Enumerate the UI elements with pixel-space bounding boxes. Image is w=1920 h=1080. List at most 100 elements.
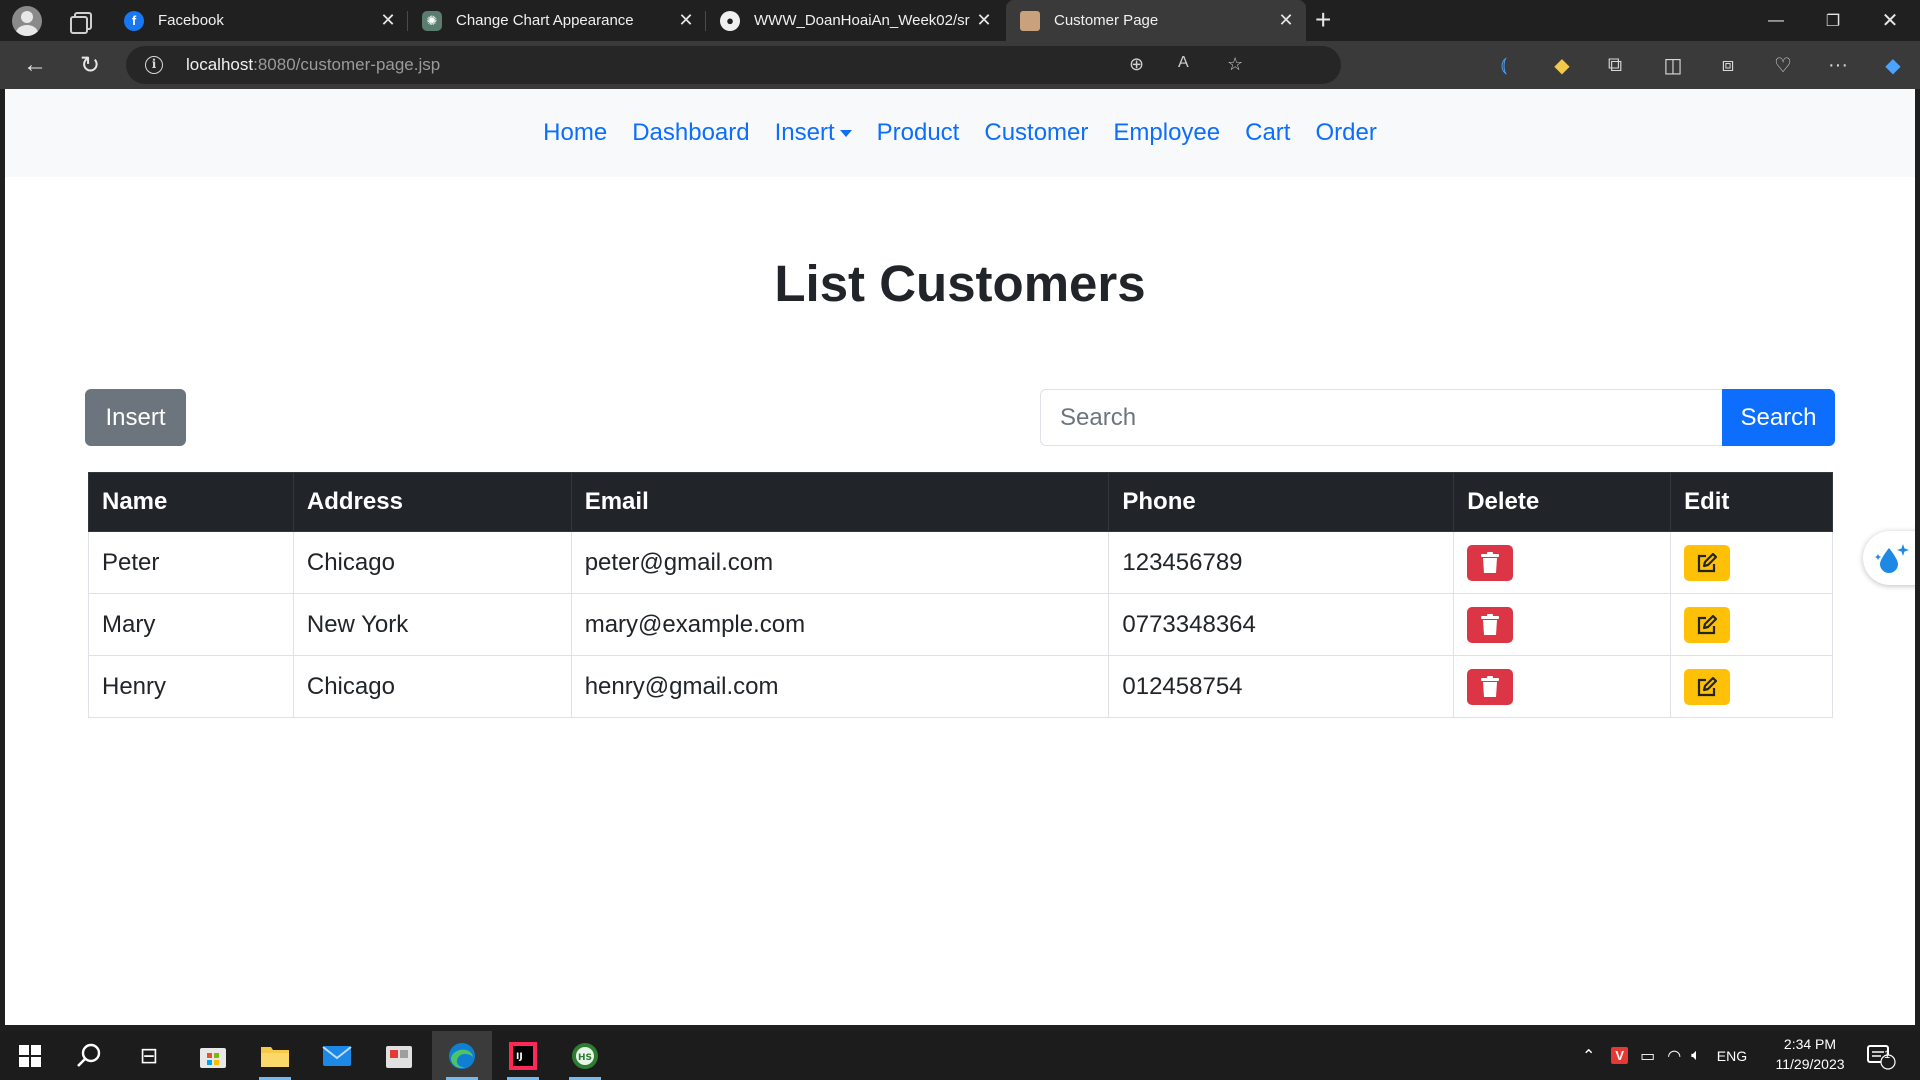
browser-essentials-icon[interactable]: ♡: [1768, 50, 1798, 80]
table-row: Mary New York mary@example.com 077334836…: [88, 593, 1833, 656]
cell-phone: 123456789: [1108, 531, 1455, 594]
cell-name: Peter: [88, 531, 294, 594]
copilot-icon[interactable]: ◆: [1878, 50, 1908, 80]
snipping-tool-icon[interactable]: [375, 1031, 423, 1080]
search-button[interactable]: Search: [1722, 389, 1835, 446]
edit-button[interactable]: [1684, 606, 1731, 643]
main-navbar: Home Dashboard Insert Product Customer E…: [5, 89, 1915, 177]
search-input[interactable]: [1040, 389, 1724, 446]
header-phone: Phone: [1108, 472, 1455, 532]
microsoft-store-icon[interactable]: [189, 1031, 237, 1080]
new-tab-button[interactable]: +: [1315, 4, 1331, 36]
cell-phone: 012458754: [1108, 655, 1455, 718]
edge-icon: [449, 1042, 475, 1069]
cell-address: Chicago: [292, 655, 572, 718]
edit-button[interactable]: [1684, 668, 1731, 705]
nav-dashboard[interactable]: Dashboard: [632, 119, 749, 147]
wifi-icon[interactable]: ◠: [1667, 1046, 1681, 1066]
file-explorer-icon[interactable]: [251, 1031, 299, 1080]
cell-delete: [1453, 655, 1672, 718]
header-email: Email: [570, 472, 1110, 532]
page-icon: [1020, 10, 1040, 31]
floating-sidebar-button[interactable]: [1863, 531, 1915, 585]
close-window-icon[interactable]: ✕: [1862, 0, 1918, 41]
extension-icon[interactable]: ◆: [1547, 50, 1577, 80]
close-icon[interactable]: ✕: [672, 10, 700, 31]
battery-icon[interactable]: ▭: [1640, 1046, 1655, 1066]
minimize-icon[interactable]: —: [1748, 0, 1804, 41]
refresh-icon[interactable]: ↻: [70, 41, 110, 89]
wifi-extension-icon[interactable]: ⦅: [1489, 50, 1519, 80]
language-indicator[interactable]: ENG: [1717, 1048, 1747, 1064]
url-text[interactable]: localhost:8080/customer-page.jsp: [186, 55, 440, 75]
nav-order[interactable]: Order: [1315, 119, 1376, 147]
delete-button[interactable]: [1467, 668, 1514, 705]
search-button[interactable]: [65, 1031, 113, 1080]
cell-email: henry@gmail.com: [570, 655, 1110, 718]
edit-button[interactable]: [1684, 544, 1731, 581]
collections-icon[interactable]: ⧈: [1713, 50, 1743, 80]
nav-cart[interactable]: Cart: [1245, 119, 1290, 147]
extensions-puzzle-icon[interactable]: ⧉: [1600, 50, 1630, 80]
workspaces-icon[interactable]: [68, 9, 92, 34]
trash-icon: [1481, 551, 1500, 573]
edge-browser-icon[interactable]: [432, 1031, 492, 1080]
hs-app-icon[interactable]: HS: [561, 1031, 609, 1080]
tab-customer-page[interactable]: Customer Page ✕: [1006, 0, 1306, 41]
zoom-icon[interactable]: ⊕: [1129, 54, 1144, 75]
intellij-icon[interactable]: IJ: [499, 1031, 547, 1080]
tab-title: Change Chart Appearance: [456, 12, 634, 29]
task-view-icon[interactable]: ⊟: [125, 1031, 173, 1080]
chevron-up-icon[interactable]: ⌃: [1582, 1046, 1595, 1066]
cell-phone: 0773348364: [1108, 593, 1455, 656]
search-icon: [77, 1043, 101, 1067]
more-options-icon[interactable]: ···: [1823, 50, 1853, 80]
delete-button[interactable]: [1467, 606, 1514, 643]
github-icon: ●: [720, 10, 740, 31]
cell-name: Henry: [88, 655, 294, 718]
mail-icon[interactable]: [313, 1031, 361, 1080]
antivirus-icon[interactable]: V: [1611, 1047, 1629, 1064]
favorite-star-icon[interactable]: ☆: [1227, 54, 1243, 75]
profile-avatar-icon[interactable]: [12, 5, 42, 36]
back-icon[interactable]: ←: [15, 41, 55, 89]
table-row: Henry Chicago henry@gmail.com 012458754: [88, 655, 1833, 718]
read-aloud-icon[interactable]: A: [1178, 54, 1189, 72]
delete-button[interactable]: [1467, 544, 1514, 581]
nav-home[interactable]: Home: [543, 119, 607, 147]
page-title: List Customers: [774, 255, 1146, 312]
site-info-icon[interactable]: i: [145, 56, 163, 74]
restore-icon[interactable]: ❐: [1805, 0, 1861, 41]
close-icon[interactable]: ✕: [374, 10, 402, 31]
split-screen-icon[interactable]: ◫: [1658, 50, 1688, 80]
tab-facebook[interactable]: f Facebook ✕: [110, 0, 408, 41]
address-bar[interactable]: i localhost:8080/customer-page.jsp ⊕ A ☆: [126, 46, 1341, 84]
nav-insert-dropdown[interactable]: Insert: [775, 119, 852, 147]
tab-title: Facebook: [158, 12, 224, 29]
hs-icon: HS: [572, 1042, 598, 1069]
insert-button[interactable]: Insert: [85, 389, 186, 446]
nav-customer[interactable]: Customer: [984, 119, 1088, 147]
trash-icon: [1481, 613, 1500, 635]
clock-date: 11/29/2023: [1775, 1056, 1845, 1072]
facebook-icon: f: [124, 10, 144, 31]
cell-edit: [1670, 531, 1833, 594]
envelope-icon: [322, 1045, 352, 1066]
cell-edit: [1670, 655, 1833, 718]
start-button[interactable]: [6, 1031, 54, 1080]
svg-text:IJ: IJ: [516, 1052, 523, 1062]
close-icon[interactable]: ✕: [1272, 10, 1300, 31]
url-host: localhost: [186, 55, 254, 74]
windows-logo-icon: [19, 1044, 41, 1067]
table-header-row: Name Address Email Phone Delete Edit: [88, 472, 1833, 532]
volume-icon[interactable]: 🔈︎: [1691, 1047, 1701, 1065]
nav-product[interactable]: Product: [877, 119, 960, 147]
nav-insert-label: Insert: [774, 119, 835, 146]
tab-change-chart[interactable]: ✺ Change Chart Appearance ✕: [408, 0, 706, 41]
system-clock[interactable]: 2:34 PM 11/29/2023: [1770, 1034, 1850, 1074]
close-icon[interactable]: ✕: [970, 10, 998, 31]
notification-center[interactable]: 1: [1866, 1031, 1896, 1080]
nav-employee[interactable]: Employee: [1113, 119, 1220, 147]
tab-github[interactable]: ● WWW_DoanHoaiAn_Week02/src ✕: [706, 0, 1004, 41]
url-path: :8080/customer-page.jsp: [253, 55, 441, 74]
